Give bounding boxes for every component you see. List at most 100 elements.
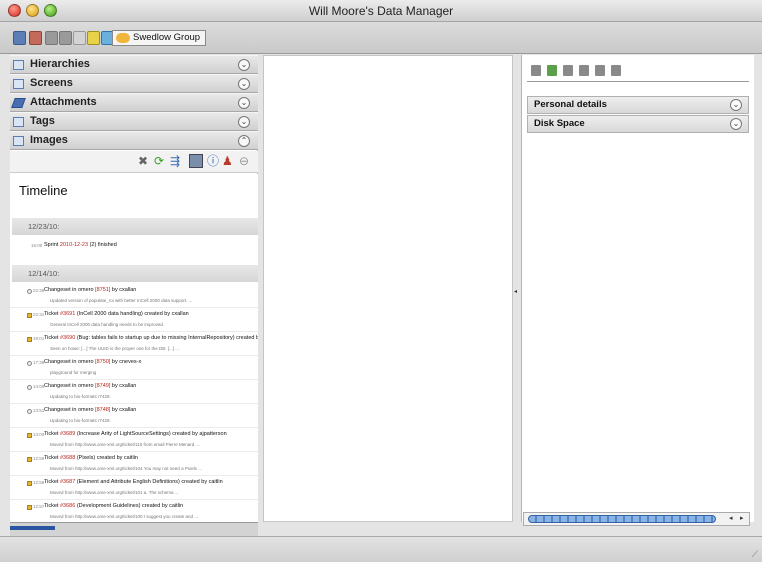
ticket-icon <box>27 505 32 510</box>
list-icon[interactable] <box>531 65 541 76</box>
scrollbar-thumb[interactable] <box>10 526 55 530</box>
accordion-screens[interactable]: Screens ⌄ <box>10 74 258 93</box>
minus-icon[interactable]: ⊖ <box>239 155 249 167</box>
list-item[interactable]: 12:59 Ticket #3688 (Pixels) created by ca… <box>10 452 258 476</box>
search-icon[interactable] <box>73 31 86 45</box>
download-icon[interactable] <box>563 65 573 76</box>
item-description: Moved from http://www.ome-xml.org/ticket… <box>50 514 199 519</box>
tools-icon[interactable] <box>87 31 100 45</box>
title-bar: Will Moore's Data Manager <box>0 0 762 22</box>
item-description: playground for merging <box>50 370 97 375</box>
item-text: Ticket <box>44 503 59 509</box>
item-link[interactable]: [8750] <box>95 359 110 365</box>
item-link[interactable]: [8748] <box>95 407 110 413</box>
chevron-down-icon[interactable]: ⌄ <box>238 97 250 109</box>
screen-icon <box>13 79 24 89</box>
list-item[interactable]: 22:31 Ticket #3691 (InCell 2000 data hand… <box>10 308 258 332</box>
accordion-images[interactable]: Images ⌃ <box>10 131 258 150</box>
item-time: 13:00 <box>33 432 45 437</box>
grid-icon[interactable] <box>595 65 605 76</box>
scrollbar-thumb[interactable] <box>528 515 716 523</box>
item-link[interactable]: [8749] <box>95 383 110 389</box>
scroll-right-icon[interactable]: ▸ <box>740 514 744 522</box>
chevron-down-icon[interactable]: ⌄ <box>238 59 250 71</box>
item-line: Changeset in omero [8750] by cneves-x <box>44 359 258 365</box>
status-bar: ⟋ <box>0 536 762 562</box>
browse-icon[interactable] <box>13 31 26 45</box>
item-link[interactable]: #3690 <box>60 335 75 341</box>
accordion-label: Hierarchies <box>30 58 90 70</box>
accordion-tags[interactable]: Tags ⌄ <box>10 112 258 131</box>
item-time: 12:58 <box>33 480 45 485</box>
item-text: Changeset in omero <box>44 287 94 293</box>
chevron-up-icon[interactable]: ⌃ <box>238 135 250 147</box>
left-panel: Hierarchies ⌄ Screens ⌄ Attachments ⌄ Ta… <box>10 55 258 522</box>
grid-icon[interactable] <box>189 154 203 168</box>
main-toolbar: Swedlow Group <box>0 22 762 54</box>
ticket-icon <box>27 481 32 486</box>
chevron-down-icon[interactable]: ⌄ <box>238 116 250 128</box>
item-text: by cxallan <box>111 287 137 293</box>
ticket-icon <box>27 433 32 438</box>
person-icon[interactable]: ♟ <box>222 155 233 167</box>
accordion-label: Attachments <box>30 96 97 108</box>
group-selector-button[interactable]: Swedlow Group <box>112 30 207 46</box>
item-text: Ticket <box>44 335 59 341</box>
item-link[interactable]: #3691 <box>60 311 75 317</box>
section-disk-space[interactable]: Disk Space ⌄ <box>527 115 749 133</box>
item-link[interactable]: #3687 <box>60 479 75 485</box>
refresh-icon[interactable]: ⟳ <box>154 155 164 167</box>
item-description: Seen on howe: [...] The UUID is the prop… <box>50 346 179 351</box>
item-description: Updating to bio-formats r7428. <box>50 418 111 423</box>
close-icon[interactable]: ✖ <box>138 155 148 167</box>
info-icon[interactable]: ⓘ <box>207 155 219 167</box>
list-item[interactable]: 13:51 Changeset in omero [8748] by cxalla… <box>10 404 258 428</box>
item-time: 22:36 <box>33 288 45 293</box>
changeset-icon <box>27 385 32 390</box>
list-icon[interactable] <box>45 31 58 45</box>
item-link[interactable]: #3689 <box>60 431 75 437</box>
item-time: 14:00 <box>33 384 45 389</box>
section-label: Personal details <box>534 99 607 110</box>
item-text: (InCell 2000 data handling) created by c… <box>76 311 189 317</box>
collapse-arrow-icon[interactable]: ◂ <box>514 288 517 295</box>
list-item[interactable]: 17:39 Changeset in omero [8750] by cneves… <box>10 356 258 380</box>
item-text: (Increase Arity of LightSourceSettings) … <box>76 431 227 437</box>
list-item[interactable]: 15:00 Sprint 2010-12-23 (2) finished <box>10 239 258 263</box>
list-item[interactable]: 22:36 Changeset in omero [8751] by cxalla… <box>10 284 258 308</box>
item-description: Moved from http://www.ome-xml.org/ticket… <box>50 466 202 471</box>
list-item[interactable]: 12:58 Ticket #3687 (Element and Attribute… <box>10 476 258 500</box>
puzzle-icon[interactable] <box>611 65 621 76</box>
document-icon[interactable] <box>579 65 589 76</box>
item-text: (2) finished <box>89 242 117 248</box>
list-item[interactable]: 14:00 Changeset in omero [8749] by cxalla… <box>10 380 258 404</box>
item-link[interactable]: 2010-12-23 <box>60 242 88 248</box>
item-time: 13:51 <box>33 408 45 413</box>
chevron-down-icon[interactable]: ⌄ <box>730 99 742 111</box>
accordion-hierarchies[interactable]: Hierarchies ⌄ <box>10 55 258 74</box>
chevron-down-icon[interactable]: ⌄ <box>238 78 250 90</box>
item-link[interactable]: [8751] <box>95 287 110 293</box>
item-link[interactable]: #3686 <box>60 503 75 509</box>
list-item[interactable]: 13:00 Ticket #3689 (Increase Arity of Lig… <box>10 428 258 452</box>
item-text: (Development Guidelines) created by cait… <box>76 503 184 509</box>
list-item[interactable]: 19:01 Ticket #3690 (Bug: tables fails to … <box>10 332 258 356</box>
changeset-icon <box>27 361 32 366</box>
list-item[interactable]: 12:57 Ticket #3686 (Development Guideline… <box>10 500 258 522</box>
refresh-icon[interactable] <box>547 65 557 76</box>
horizontal-scrollbar[interactable]: ◂ ▸ <box>523 512 750 526</box>
left-panel-scrollbar[interactable] <box>10 522 258 536</box>
item-text: Ticket <box>44 455 59 461</box>
item-link[interactable]: #3688 <box>60 455 75 461</box>
import-icon[interactable] <box>29 31 42 45</box>
resize-grip-icon[interactable]: ⟋ <box>752 549 758 560</box>
window-title: Will Moore's Data Manager <box>308 4 454 18</box>
accordion-attachments[interactable]: Attachments ⌄ <box>10 93 258 112</box>
scroll-left-icon[interactable]: ◂ <box>729 514 733 522</box>
chevron-down-icon[interactable]: ⌄ <box>730 118 742 130</box>
tree-icon[interactable]: ⇶ <box>170 155 180 167</box>
table-icon[interactable] <box>59 31 72 45</box>
right-panel: Personal details ⌄ Disk Space ⌄ <box>521 55 754 522</box>
section-personal-details[interactable]: Personal details ⌄ <box>527 96 749 114</box>
group-label: Swedlow Group <box>133 32 201 43</box>
